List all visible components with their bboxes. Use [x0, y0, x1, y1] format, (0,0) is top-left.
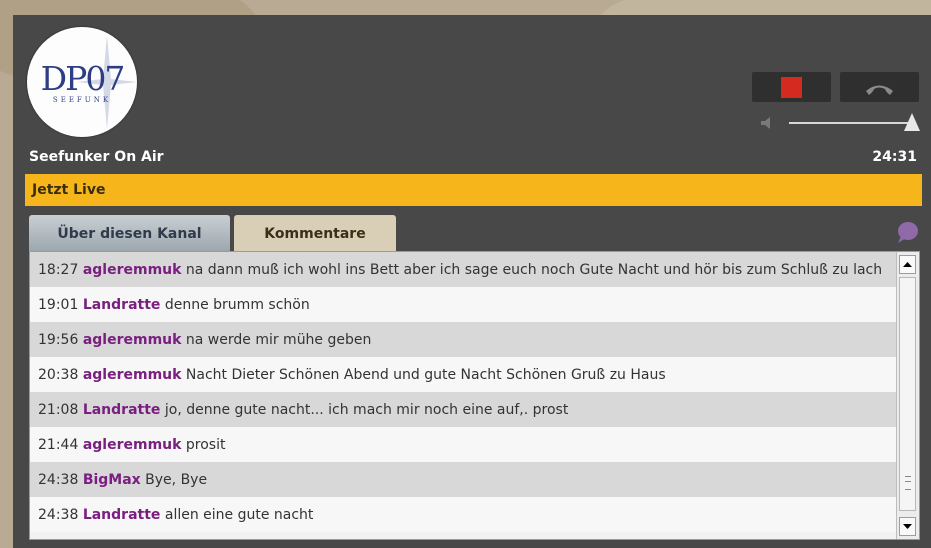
- comments-panel: 18:27 agleremmuk na dann muß ich wohl in…: [29, 251, 920, 540]
- comments-scrollbar[interactable]: [896, 252, 919, 539]
- logo-subtitle: SEEFUNK: [52, 96, 112, 104]
- comment-text: denne brumm schön: [164, 297, 310, 313]
- comment-time: 24:38: [38, 472, 79, 488]
- comment-user[interactable]: Landratte: [83, 507, 161, 523]
- hangup-phone-icon: [866, 85, 893, 95]
- chat-bubble-icon[interactable]: [894, 219, 920, 245]
- comment-time: 18:27: [38, 262, 79, 278]
- comment-text: na dann muß ich wohl ins Bett aber ich s…: [185, 262, 883, 278]
- stop-button[interactable]: [752, 72, 831, 102]
- comment-list: 18:27 agleremmuk na dann muß ich wohl in…: [30, 252, 896, 532]
- comment-row: 24:38 Landratte allen eine gute nacht: [30, 497, 896, 532]
- logo-text: DP07: [40, 59, 126, 98]
- comment-row: 20:38 agleremmuk Nacht Dieter Schönen Ab…: [30, 357, 896, 392]
- comment-row: 19:56 agleremmuk na werde mir mühe geben: [30, 322, 896, 357]
- scroll-down-icon: [903, 524, 912, 529]
- scroll-down-button[interactable]: [899, 517, 916, 536]
- comment-user[interactable]: Landratte: [83, 402, 161, 418]
- scrollbar-grip-icon: [905, 476, 911, 490]
- comment-user[interactable]: BigMax: [83, 472, 141, 488]
- comment-time: 19:01: [38, 297, 79, 313]
- comment-time: 19:56: [38, 332, 79, 348]
- volume-icon[interactable]: [759, 116, 775, 130]
- comment-text: Nacht Dieter Schönen Abend und gute Nach…: [185, 367, 666, 383]
- comment-user[interactable]: agleremmuk: [83, 332, 182, 348]
- comment-time: 21:08: [38, 402, 79, 418]
- comment-row: 21:44 agleremmuk prosit: [30, 427, 896, 462]
- scroll-up-icon: [903, 262, 912, 267]
- comment-user[interactable]: Landratte: [83, 297, 161, 313]
- volume-slider-handle[interactable]: [904, 113, 920, 131]
- scroll-up-button[interactable]: [899, 255, 916, 274]
- comment-user[interactable]: agleremmuk: [83, 367, 182, 383]
- comment-time: 20:38: [38, 367, 79, 383]
- live-status-bar: Jetzt Live: [25, 174, 922, 206]
- comment-time: 21:44: [38, 437, 79, 453]
- elapsed-time: 24:31: [872, 149, 917, 165]
- hangup-button[interactable]: [840, 72, 919, 102]
- comment-text: Bye, Bye: [145, 472, 208, 488]
- tab-comments[interactable]: Kommentare: [234, 215, 396, 251]
- comment-user[interactable]: agleremmuk: [83, 262, 182, 278]
- comment-row: 18:27 agleremmuk na dann muß ich wohl in…: [30, 252, 896, 287]
- stop-icon: [781, 77, 802, 98]
- comment-user[interactable]: agleremmuk: [83, 437, 182, 453]
- comment-row: 21:08 Landratte jo, denne gute nacht... …: [30, 392, 896, 427]
- comment-time: 24:38: [38, 507, 79, 523]
- comment-row: 19:01 Landratte denne brumm schön: [30, 287, 896, 322]
- comment-text: na werde mir mühe geben: [185, 332, 372, 348]
- scrollbar-thumb[interactable]: [899, 277, 916, 511]
- comment-text: allen eine gute nacht: [164, 507, 314, 523]
- radio-player: DP07 SEEFUNK Seefunker On Air 24:31 Jetz…: [13, 15, 931, 548]
- live-label: Jetzt Live: [32, 182, 106, 198]
- station-name: Seefunker On Air: [29, 149, 164, 165]
- comment-text: prosit: [185, 437, 226, 453]
- comment-text: jo, denne gute nacht... ich mach mir noc…: [164, 402, 569, 418]
- volume-slider-track[interactable]: [789, 122, 909, 124]
- comment-row: 24:38 BigMax Bye, Bye: [30, 462, 896, 497]
- station-logo: DP07 SEEFUNK: [27, 27, 137, 137]
- tab-about-channel[interactable]: Über diesen Kanal: [29, 215, 230, 251]
